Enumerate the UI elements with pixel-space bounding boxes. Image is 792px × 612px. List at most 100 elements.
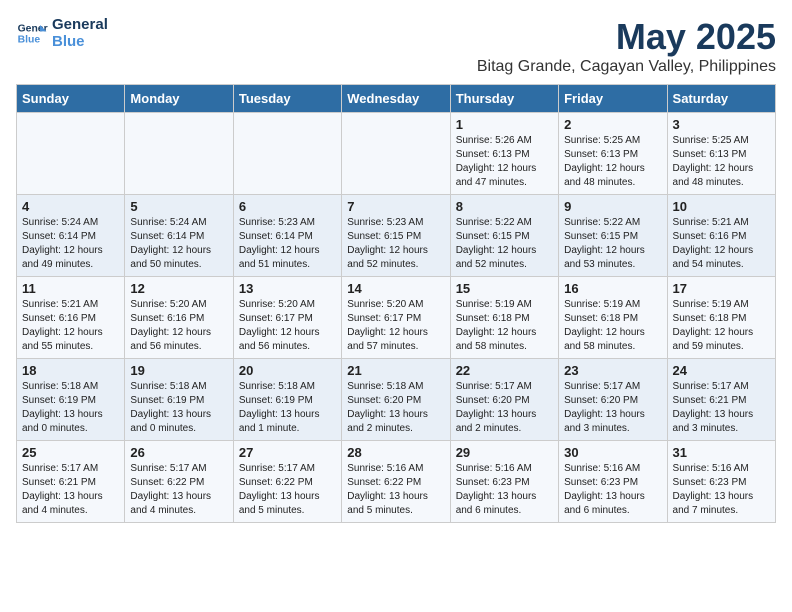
day-number: 15	[456, 281, 553, 296]
day-info: Sunrise: 5:16 AM Sunset: 6:22 PM Dayligh…	[347, 462, 444, 518]
calendar-cell: 8 Sunrise: 5:22 AM Sunset: 6:15 PM Daylig…	[450, 195, 558, 277]
logo-general: General	[52, 16, 108, 33]
day-number: 3	[673, 117, 770, 132]
day-info: Sunrise: 5:25 AM Sunset: 6:13 PM Dayligh…	[564, 134, 661, 190]
day-info: Sunrise: 5:22 AM Sunset: 6:15 PM Dayligh…	[456, 216, 553, 272]
calendar-cell: 11 Sunrise: 5:21 AM Sunset: 6:16 PM Dayli…	[17, 277, 125, 359]
calendar-cell: 12Sunrise: 5:20 AM Sunset: 6:16 PM Dayli…	[125, 277, 233, 359]
day-info: Sunrise: 5:21 AM Sunset: 6:16 PM Dayligh…	[22, 298, 119, 354]
day-number: 18	[22, 363, 119, 378]
day-info: Sunrise: 5:18 AM Sunset: 6:20 PM Dayligh…	[347, 380, 444, 436]
day-info: Sunrise: 5:26 AM Sunset: 6:13 PM Dayligh…	[456, 134, 553, 190]
calendar-cell	[233, 113, 341, 195]
day-info: Sunrise: 5:16 AM Sunset: 6:23 PM Dayligh…	[673, 462, 770, 518]
calendar-table: SundayMondayTuesdayWednesdayThursdayFrid…	[16, 84, 776, 523]
day-number: 11	[22, 281, 119, 296]
day-number: 26	[130, 445, 227, 460]
calendar-cell: 3Sunrise: 5:25 AM Sunset: 6:13 PM Daylig…	[667, 113, 775, 195]
day-info: Sunrise: 5:23 AM Sunset: 6:14 PM Dayligh…	[239, 216, 336, 272]
calendar-cell: 16 Sunrise: 5:19 AM Sunset: 6:18 PM Dayli…	[559, 277, 667, 359]
calendar-cell: 30Sunrise: 5:16 AM Sunset: 6:23 PM Dayli…	[559, 441, 667, 523]
calendar-cell: 13Sunrise: 5:20 AM Sunset: 6:17 PM Dayli…	[233, 277, 341, 359]
logo-blue: Blue	[52, 33, 108, 50]
day-number: 17	[673, 281, 770, 296]
day-info: Sunrise: 5:17 AM Sunset: 6:21 PM Dayligh…	[673, 380, 770, 436]
day-number: 31	[673, 445, 770, 460]
calendar-subtitle: Bitag Grande, Cagayan Valley, Philippine…	[477, 58, 776, 76]
day-info: Sunrise: 5:22 AM Sunset: 6:15 PM Dayligh…	[564, 216, 661, 272]
day-number: 24	[673, 363, 770, 378]
day-number: 7	[347, 199, 444, 214]
day-info: Sunrise: 5:17 AM Sunset: 6:22 PM Dayligh…	[130, 462, 227, 518]
calendar-cell: 25 Sunrise: 5:17 AM Sunset: 6:21 PM Dayli…	[17, 441, 125, 523]
weekday-header-sunday: Sunday	[17, 85, 125, 113]
day-number: 23	[564, 363, 661, 378]
day-info: Sunrise: 5:16 AM Sunset: 6:23 PM Dayligh…	[456, 462, 553, 518]
day-number: 9	[564, 199, 661, 214]
day-number: 27	[239, 445, 336, 460]
day-info: Sunrise: 5:19 AM Sunset: 6:18 PM Dayligh…	[564, 298, 661, 354]
calendar-cell: 20 Sunrise: 5:18 AM Sunset: 6:19 PM Dayli…	[233, 359, 341, 441]
svg-text:Blue: Blue	[18, 35, 41, 46]
day-info: Sunrise: 5:18 AM Sunset: 6:19 PM Dayligh…	[22, 380, 119, 436]
logo: General Blue General Blue	[16, 16, 108, 50]
calendar-cell: 18 Sunrise: 5:18 AM Sunset: 6:19 PM Dayli…	[17, 359, 125, 441]
day-info: Sunrise: 5:24 AM Sunset: 6:14 PM Dayligh…	[130, 216, 227, 272]
day-number: 5	[130, 199, 227, 214]
day-number: 20	[239, 363, 336, 378]
calendar-cell: 19 Sunrise: 5:18 AM Sunset: 6:19 PM Dayli…	[125, 359, 233, 441]
calendar-cell	[125, 113, 233, 195]
day-number: 8	[456, 199, 553, 214]
day-number: 10	[673, 199, 770, 214]
calendar-cell: 26 Sunrise: 5:17 AM Sunset: 6:22 PM Dayli…	[125, 441, 233, 523]
day-number: 25	[22, 445, 119, 460]
day-info: Sunrise: 5:17 AM Sunset: 6:21 PM Dayligh…	[22, 462, 119, 518]
day-info: Sunrise: 5:23 AM Sunset: 6:15 PM Dayligh…	[347, 216, 444, 272]
calendar-cell: 31 Sunrise: 5:16 AM Sunset: 6:23 PM Dayli…	[667, 441, 775, 523]
day-info: Sunrise: 5:20 AM Sunset: 6:17 PM Dayligh…	[239, 298, 336, 354]
logo-icon: General Blue	[16, 17, 48, 49]
day-info: Sunrise: 5:17 AM Sunset: 6:22 PM Dayligh…	[239, 462, 336, 518]
page-header: General Blue General Blue May 2025 Bitag…	[16, 16, 776, 76]
day-number: 19	[130, 363, 227, 378]
calendar-cell: 9 Sunrise: 5:22 AM Sunset: 6:15 PM Daylig…	[559, 195, 667, 277]
weekday-header-monday: Monday	[125, 85, 233, 113]
calendar-cell: 24 Sunrise: 5:17 AM Sunset: 6:21 PM Dayli…	[667, 359, 775, 441]
day-number: 14	[347, 281, 444, 296]
calendar-cell: 14Sunrise: 5:20 AM Sunset: 6:17 PM Dayli…	[342, 277, 450, 359]
calendar-week-row: 11 Sunrise: 5:21 AM Sunset: 6:16 PM Dayli…	[17, 277, 776, 359]
day-info: Sunrise: 5:18 AM Sunset: 6:19 PM Dayligh…	[239, 380, 336, 436]
day-number: 16	[564, 281, 661, 296]
day-number: 12	[130, 281, 227, 296]
calendar-cell	[342, 113, 450, 195]
calendar-cell: 1Sunrise: 5:26 AM Sunset: 6:13 PM Daylig…	[450, 113, 558, 195]
day-number: 22	[456, 363, 553, 378]
weekday-header-tuesday: Tuesday	[233, 85, 341, 113]
calendar-week-row: 4 Sunrise: 5:24 AM Sunset: 6:14 PM Daylig…	[17, 195, 776, 277]
calendar-cell: 2 Sunrise: 5:25 AM Sunset: 6:13 PM Daylig…	[559, 113, 667, 195]
calendar-cell: 23Sunrise: 5:17 AM Sunset: 6:20 PM Dayli…	[559, 359, 667, 441]
calendar-cell: 22 Sunrise: 5:17 AM Sunset: 6:20 PM Dayli…	[450, 359, 558, 441]
calendar-cell: 27 Sunrise: 5:17 AM Sunset: 6:22 PM Dayli…	[233, 441, 341, 523]
calendar-cell: 10 Sunrise: 5:21 AM Sunset: 6:16 PM Dayli…	[667, 195, 775, 277]
day-number: 21	[347, 363, 444, 378]
calendar-cell: 17Sunrise: 5:19 AM Sunset: 6:18 PM Dayli…	[667, 277, 775, 359]
calendar-cell: 7 Sunrise: 5:23 AM Sunset: 6:15 PM Daylig…	[342, 195, 450, 277]
day-number: 30	[564, 445, 661, 460]
calendar-week-row: 25 Sunrise: 5:17 AM Sunset: 6:21 PM Dayli…	[17, 441, 776, 523]
calendar-cell: 15 Sunrise: 5:19 AM Sunset: 6:18 PM Dayli…	[450, 277, 558, 359]
calendar-cell: 5 Sunrise: 5:24 AM Sunset: 6:14 PM Daylig…	[125, 195, 233, 277]
day-number: 2	[564, 117, 661, 132]
title-block: May 2025 Bitag Grande, Cagayan Valley, P…	[477, 16, 776, 76]
calendar-week-row: 18 Sunrise: 5:18 AM Sunset: 6:19 PM Dayli…	[17, 359, 776, 441]
day-info: Sunrise: 5:18 AM Sunset: 6:19 PM Dayligh…	[130, 380, 227, 436]
day-info: Sunrise: 5:19 AM Sunset: 6:18 PM Dayligh…	[456, 298, 553, 354]
calendar-cell: 29Sunrise: 5:16 AM Sunset: 6:23 PM Dayli…	[450, 441, 558, 523]
calendar-cell: 28 Sunrise: 5:16 AM Sunset: 6:22 PM Dayli…	[342, 441, 450, 523]
day-info: Sunrise: 5:21 AM Sunset: 6:16 PM Dayligh…	[673, 216, 770, 272]
day-info: Sunrise: 5:24 AM Sunset: 6:14 PM Dayligh…	[22, 216, 119, 272]
day-number: 4	[22, 199, 119, 214]
day-number: 28	[347, 445, 444, 460]
day-info: Sunrise: 5:17 AM Sunset: 6:20 PM Dayligh…	[456, 380, 553, 436]
calendar-week-row: 1Sunrise: 5:26 AM Sunset: 6:13 PM Daylig…	[17, 113, 776, 195]
